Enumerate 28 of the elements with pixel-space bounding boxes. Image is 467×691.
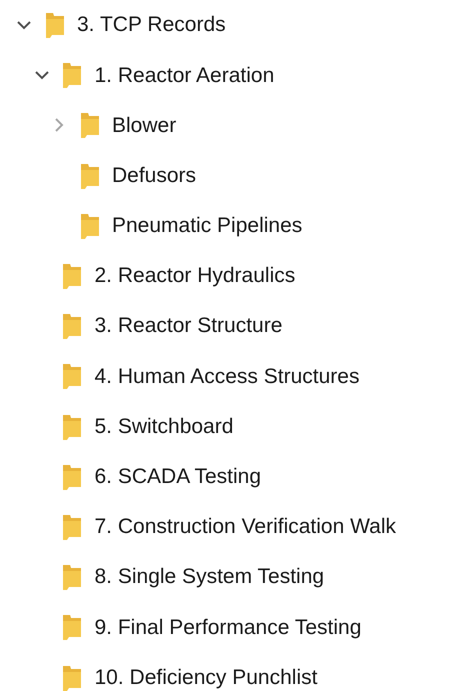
folder-icon bbox=[44, 11, 66, 40]
folder-icon bbox=[61, 312, 83, 340]
folder-label[interactable]: 9. Final Performance Testing bbox=[94, 612, 362, 644]
folder-label[interactable]: Pneumatic Pipelines bbox=[112, 210, 302, 242]
folder-label[interactable]: 5. Switchboard bbox=[94, 410, 234, 442]
folder-icon bbox=[78, 111, 100, 140]
folder-icon bbox=[61, 563, 83, 592]
folder-icon bbox=[61, 362, 83, 390]
folder-icon bbox=[61, 462, 83, 491]
folder-label[interactable]: 10. Deficiency Punchlist bbox=[94, 662, 318, 691]
folder-icon bbox=[61, 61, 83, 90]
folder-label[interactable]: 4. Human Access Structures bbox=[94, 360, 360, 392]
folder-label[interactable]: 1. Reactor Aeration bbox=[94, 60, 274, 92]
folder-label[interactable]: 3. TCP Records bbox=[77, 9, 226, 41]
folder-icon bbox=[61, 613, 83, 642]
folder-label[interactable]: Defusors bbox=[112, 160, 196, 192]
folder-label[interactable]: 7. Construction Verification Walk bbox=[94, 511, 396, 543]
folder-label[interactable]: 3. Reactor Structure bbox=[94, 310, 282, 342]
folder-icon bbox=[78, 162, 100, 190]
folder-icon bbox=[61, 512, 83, 541]
folder-icon bbox=[61, 664, 83, 691]
folder-label[interactable]: 8. Single System Testing bbox=[94, 561, 324, 593]
folder-icon bbox=[61, 412, 83, 441]
folder-label[interactable]: 2. Reactor Hydraulics bbox=[94, 260, 296, 292]
folder-icon bbox=[78, 212, 100, 240]
folder-icon bbox=[61, 262, 83, 290]
folder-label[interactable]: Blower bbox=[112, 110, 176, 142]
folder-label[interactable]: 6. SCADA Testing bbox=[94, 461, 262, 493]
